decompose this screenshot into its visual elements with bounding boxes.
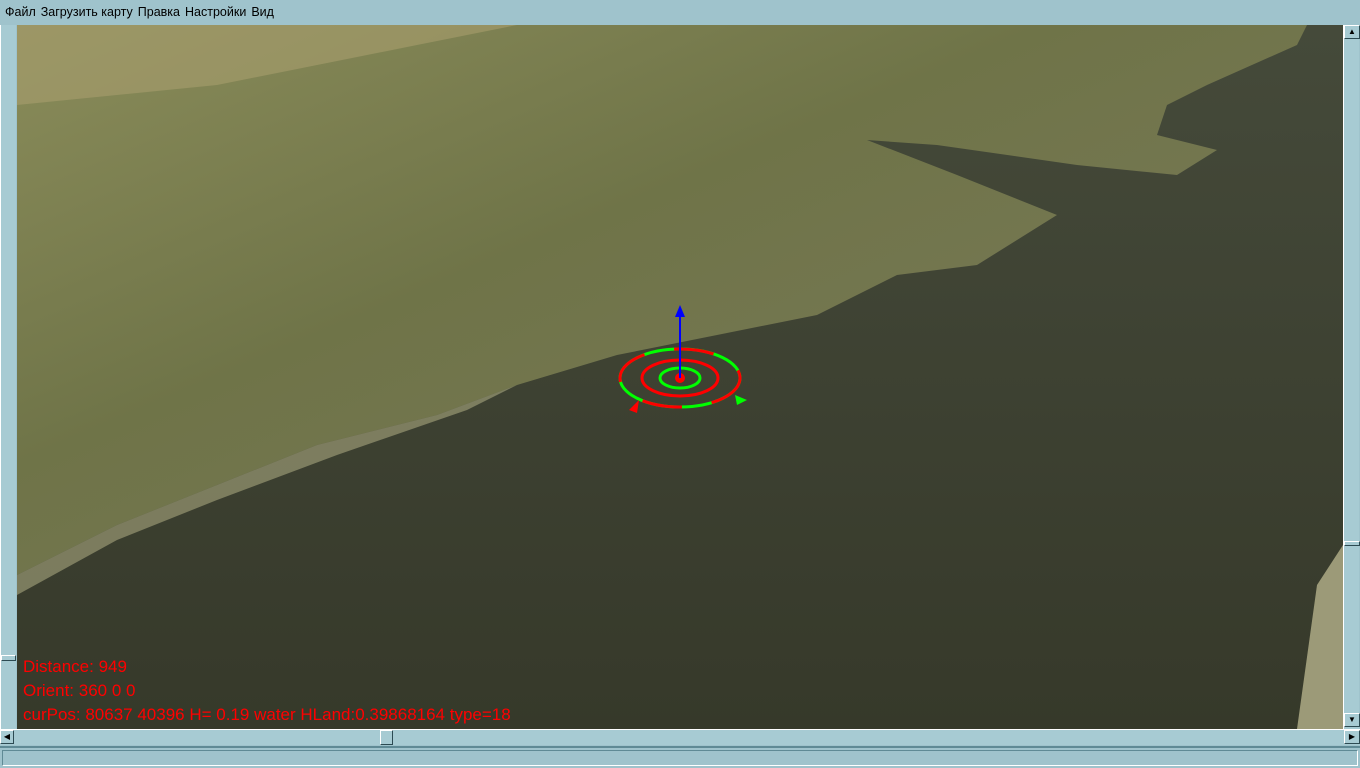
distance-readout: Distance: 949 bbox=[23, 657, 127, 676]
3d-map-viewport[interactable]: Distance: 949 Orient: 360 0 0 curPos: 80… bbox=[17, 25, 1343, 729]
scroll-left-icon[interactable]: ◀ bbox=[0, 730, 14, 744]
debug-overlay: Distance: 949 Orient: 360 0 0 curPos: 80… bbox=[23, 655, 511, 727]
horizontal-scroll-thumb[interactable] bbox=[380, 730, 393, 745]
menu-load-map[interactable]: Загрузить карту bbox=[41, 5, 133, 19]
menu-edit[interactable]: Правка bbox=[138, 5, 180, 19]
scroll-right-icon[interactable]: ▶ bbox=[1344, 730, 1360, 744]
menu-settings[interactable]: Настройки bbox=[185, 5, 246, 19]
orient-readout: Orient: 360 0 0 bbox=[23, 681, 136, 700]
right-scroll-thumb[interactable] bbox=[1344, 541, 1360, 546]
menu-view[interactable]: Вид bbox=[251, 5, 274, 19]
scroll-up-icon[interactable]: ▲ bbox=[1344, 25, 1360, 39]
horizontal-scrollbar[interactable]: ◀ ▶ bbox=[0, 729, 1360, 745]
scroll-down-icon[interactable]: ▼ bbox=[1344, 713, 1360, 727]
menu-file[interactable]: Файл bbox=[5, 5, 36, 19]
left-vertical-scrollbar[interactable] bbox=[0, 25, 16, 729]
terrain-scene bbox=[17, 25, 1343, 729]
menu-bar: Файл Загрузить карту Правка Настройки Ви… bbox=[0, 0, 1360, 24]
curpos-readout: curPos: 80637 40396 H= 0.19 water HLand:… bbox=[23, 705, 511, 724]
status-bar bbox=[0, 746, 1360, 768]
left-scroll-thumb[interactable] bbox=[1, 655, 16, 661]
right-vertical-scrollbar[interactable]: ▲ ▼ bbox=[1343, 25, 1360, 729]
